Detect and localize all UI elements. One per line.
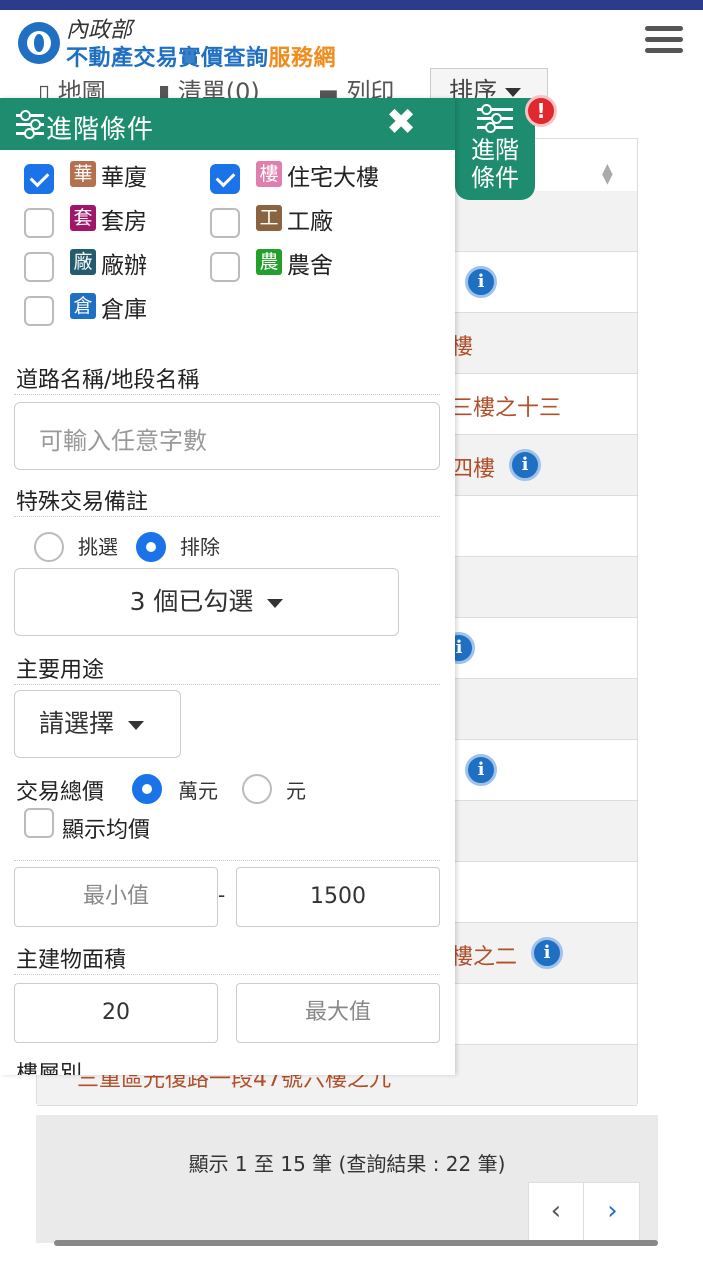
property-type-label: 工廠: [287, 209, 333, 235]
pager: ‹ ›: [528, 1182, 640, 1242]
results-summary: 顯示 1 至 15 筆 (查詢結果 : 22 筆): [188, 1152, 506, 1176]
radio-unit-yuan-label: 元: [286, 779, 306, 803]
prev-page-button[interactable]: ‹: [529, 1183, 584, 1241]
radio-unit-wan[interactable]: [132, 774, 162, 804]
show-average-checkbox[interactable]: [24, 808, 54, 838]
price-max-input[interactable]: 1500: [236, 867, 440, 927]
special-note-dropdown[interactable]: 3 個已勾選: [14, 568, 399, 636]
special-note-dropdown-value: 3 個已勾選: [129, 587, 254, 616]
show-average-label: 顯示均價: [62, 818, 151, 843]
radio-exclude[interactable]: [136, 532, 166, 562]
area-max-input[interactable]: 最大值: [236, 983, 440, 1043]
road-name-input[interactable]: 可輸入任意字數: [14, 402, 440, 470]
site-logo-icon[interactable]: [18, 22, 60, 64]
usage-label: 主要用途: [16, 658, 105, 683]
property-type-badge: 樓: [256, 161, 282, 187]
property-type-checkbox[interactable]: [24, 164, 54, 194]
sort-arrows-icon[interactable]: ▲ ▼: [602, 162, 613, 186]
property-type-checkbox[interactable]: [24, 208, 54, 238]
horizontal-scrollbar[interactable]: [54, 1240, 658, 1246]
divider: [14, 860, 440, 861]
advanced-toggle-label-1: 進階: [471, 136, 519, 164]
property-type-badge: 華: [70, 161, 96, 187]
chevron-down-icon: [128, 720, 145, 730]
alert-badge-icon: !: [525, 95, 557, 127]
panel-header: 進階條件 ✖: [0, 98, 455, 150]
advanced-filter-toggle[interactable]: 進階 條件: [455, 98, 535, 200]
property-type-badge: 倉: [70, 293, 96, 319]
range-dash: -: [218, 883, 226, 907]
property-type-label: 套房: [101, 209, 147, 235]
floor-label: 樓層別: [16, 1062, 83, 1075]
property-type-badge: 工: [256, 205, 282, 231]
property-type-checkbox[interactable]: [24, 296, 54, 326]
radio-exclude-label: 排除: [180, 535, 220, 559]
sliders-icon: [477, 104, 513, 135]
price-min-input[interactable]: 最小值: [14, 867, 218, 927]
property-type-checkbox[interactable]: [210, 208, 240, 238]
info-icon[interactable]: i: [509, 449, 541, 481]
radio-unit-yuan[interactable]: [242, 774, 272, 804]
property-type-label: 廠辦: [101, 253, 147, 279]
property-type-badge: 廠: [70, 249, 96, 275]
chevron-down-icon: [505, 87, 521, 97]
radio-pick[interactable]: [34, 532, 64, 562]
property-type-checkbox[interactable]: [210, 164, 240, 194]
property-type-label: 倉庫: [101, 297, 147, 323]
divider: [14, 974, 440, 975]
special-note-label: 特殊交易備註: [16, 490, 149, 515]
property-type-badge: 農: [256, 249, 282, 275]
radio-unit-wan-label: 萬元: [178, 779, 218, 803]
property-type-label: 農舍: [287, 253, 333, 279]
divider: [14, 516, 440, 517]
info-icon[interactable]: i: [531, 937, 563, 969]
radio-pick-label: 挑選: [78, 535, 118, 559]
usage-dropdown-value: 請選擇: [39, 709, 115, 738]
close-icon[interactable]: ✖: [386, 102, 416, 143]
info-icon[interactable]: i: [465, 754, 497, 786]
info-icon[interactable]: i: [465, 266, 497, 298]
road-label: 道路名稱/地段名稱: [16, 368, 200, 393]
next-page-button[interactable]: ›: [585, 1183, 640, 1241]
property-type-checkbox[interactable]: [210, 252, 240, 282]
price-label: 交易總價: [16, 780, 105, 805]
property-type-label: 華廈: [101, 165, 147, 191]
divider: [14, 394, 440, 395]
site-title[interactable]: 不動產交易實價查詢服務網: [66, 40, 336, 72]
advanced-filter-panel: 進階條件 ✖ 華華廈 樓住宅大樓套套房 工工廠廠廠辦 農農舍倉倉庫 道路名稱/地段名稱…: [0, 98, 455, 1075]
top-accent-strip: [0, 0, 703, 10]
sliders-icon: [16, 110, 44, 141]
divider: [14, 684, 440, 685]
property-type-label: 住宅大樓: [287, 165, 379, 191]
chevron-down-icon: [267, 598, 284, 608]
menu-icon[interactable]: [645, 26, 683, 56]
area-min-input[interactable]: 20: [14, 983, 218, 1043]
advanced-toggle-label-2: 條件: [471, 164, 519, 192]
area-label: 主建物面積: [16, 948, 127, 973]
property-type-badge: 套: [70, 205, 96, 231]
property-type-checkbox[interactable]: [24, 252, 54, 282]
panel-title: 進階條件: [46, 115, 155, 145]
usage-dropdown[interactable]: 請選擇: [14, 690, 181, 758]
